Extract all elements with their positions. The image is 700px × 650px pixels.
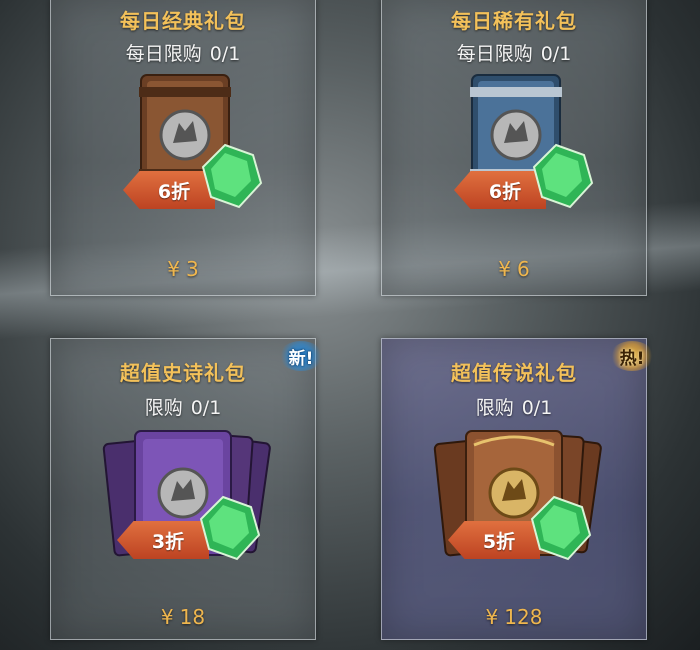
limit-value: 0/1 <box>209 43 241 65</box>
green-gem-icon <box>199 495 261 561</box>
limit-label: 限购 <box>144 397 183 419</box>
limit-label: 每日限购 <box>456 43 533 65</box>
price-value: 128 <box>504 605 543 629</box>
green-gem-icon <box>532 143 594 209</box>
purchase-limit: 限购 0/1 <box>382 393 646 420</box>
price-value: 3 <box>186 257 199 281</box>
shop-card-daily-rare[interactable]: 每日稀有礼包 每日限购 0/1 6折 ¥6 <box>381 0 647 296</box>
purchase-limit: 每日限购 0/1 <box>51 39 315 66</box>
card-title: 超值史诗礼包 <box>120 361 246 385</box>
shop-card-daily-classic[interactable]: 每日经典礼包 每日限购 0/1 6折 ¥3 <box>50 0 316 296</box>
currency-symbol: ¥ <box>498 257 511 281</box>
discount-badge: 5折 <box>448 521 540 559</box>
price-value: 6 <box>517 257 530 281</box>
green-gem-icon <box>201 143 263 209</box>
currency-symbol: ¥ <box>160 605 174 629</box>
currency-symbol: ¥ <box>485 605 499 629</box>
limit-label: 每日限购 <box>125 43 202 65</box>
card-title: 每日经典礼包 <box>120 9 246 33</box>
price-label: ¥128 <box>382 605 646 629</box>
price-label: ¥3 <box>51 257 315 281</box>
limit-value: 0/1 <box>521 397 553 419</box>
discount-badge: 3折 <box>117 521 209 559</box>
limit-value: 0/1 <box>190 397 222 419</box>
limit-label: 限购 <box>475 397 514 419</box>
limit-value: 0/1 <box>540 43 572 65</box>
price-label: ¥18 <box>51 605 315 629</box>
price-label: ¥6 <box>382 257 646 281</box>
currency-symbol: ¥ <box>167 257 180 281</box>
green-gem-icon <box>530 495 592 561</box>
card-title: 每日稀有礼包 <box>451 9 577 33</box>
shop-card-epic-value[interactable]: 新! 超值史诗礼包 限购 0/1 3折 ¥18 <box>50 338 323 640</box>
card-title: 超值传说礼包 <box>451 361 577 385</box>
purchase-limit: 每日限购 0/1 <box>382 39 646 66</box>
price-value: 18 <box>179 605 206 629</box>
shop-card-legendary-value[interactable]: 热! 超值传说礼包 限购 0/1 5折 ¥128 <box>381 338 654 640</box>
purchase-limit: 限购 0/1 <box>51 393 315 420</box>
